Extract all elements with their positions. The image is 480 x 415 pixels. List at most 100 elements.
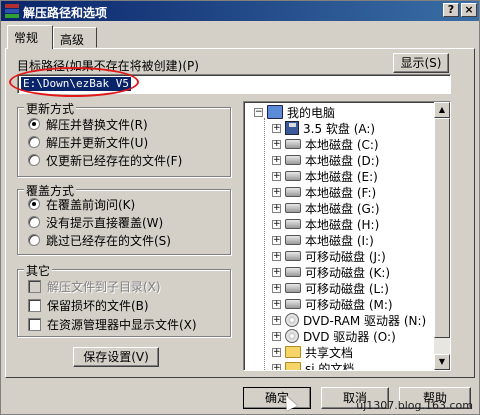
window-title: 解压路径和选项 [23, 6, 108, 20]
tree-item[interactable]: + sj 的文档 [272, 360, 354, 370]
radio-button[interactable] [28, 234, 40, 246]
collapse-icon[interactable]: − [254, 107, 263, 117]
expand-icon[interactable]: + [272, 363, 281, 370]
checkbox-subfolder[interactable]: 解压文件到子目录(X) [28, 278, 161, 294]
tree-item[interactable]: + 本地磁盘 (E:) [272, 168, 378, 184]
floppy-icon [285, 121, 299, 135]
cd-icon [285, 329, 299, 343]
radio-skip[interactable]: 跳过已经存在的文件(S) [28, 232, 171, 248]
tree-item[interactable]: +3.5 软盘 (A:) [272, 120, 375, 136]
expand-icon[interactable]: + [272, 155, 281, 165]
tree-item-label: DVD 驱动器 (O:) [303, 329, 396, 344]
tree-item-label: 本地磁盘 (H:) [305, 217, 380, 232]
tree-item[interactable]: + 可移动磁盘 (L:) [272, 280, 389, 296]
expand-icon[interactable]: + [272, 315, 281, 325]
winrar-app-icon [5, 4, 19, 18]
scroll-thumb[interactable] [434, 118, 450, 338]
tree-scrollbar[interactable]: ▲ ▼ [434, 102, 450, 370]
checkbox[interactable] [28, 298, 41, 312]
tree-item-label: 本地磁盘 (F:) [305, 185, 377, 200]
cd-icon [285, 313, 299, 327]
extract-dialog: 解压路径和选项 ? × 常规 高级 目标路径(如果不存在将被创建)(P) 显示(… [0, 0, 480, 415]
tree-item-label: DVD-RAM 驱动器 (N:) [303, 313, 427, 328]
checkbox-label: 保留损坏的文件(B) [47, 298, 149, 313]
expand-icon[interactable]: + [272, 235, 281, 245]
tree-item[interactable]: + DVD 驱动器 (O:) [272, 328, 396, 344]
expand-icon[interactable]: + [272, 283, 281, 293]
radio-label: 在覆盖前询问(K) [46, 197, 136, 212]
tab-general[interactable]: 常规 [7, 25, 53, 49]
tree-item-label: 本地磁盘 (D:) [305, 153, 380, 168]
tree-item[interactable]: + 可移动磁盘 (K:) [272, 264, 390, 280]
tree-item[interactable]: + 本地磁盘 (F:) [272, 184, 376, 200]
checkbox-label: 在资源管理器中显示文件(X) [47, 317, 197, 332]
drive-icon [285, 155, 301, 165]
tree-item[interactable]: + 本地磁盘 (G:) [272, 200, 380, 216]
expand-icon[interactable]: + [272, 187, 281, 197]
update-mode-group: 更新方式 解压并替换文件(R) 解压并更新文件(U) 仅更新已经存在的文件(F) [17, 100, 231, 177]
title-bar[interactable]: 解压路径和选项 ? × [1, 1, 479, 21]
radio-label: 解压并替换文件(R) [46, 117, 148, 132]
tree-item-label: 可移动磁盘 (M:) [305, 297, 393, 312]
checkbox-show-explorer[interactable]: 在资源管理器中显示文件(X) [28, 316, 197, 332]
expand-icon[interactable]: + [272, 299, 281, 309]
tree-item[interactable]: + DVD-RAM 驱动器 (N:) [272, 312, 426, 328]
radio-button[interactable] [28, 118, 40, 130]
expand-icon[interactable]: + [272, 203, 281, 213]
radio-button[interactable] [28, 216, 40, 228]
radio-label: 跳过已经存在的文件(S) [46, 233, 171, 248]
folder-icon [285, 346, 301, 358]
close-button[interactable]: × [461, 3, 477, 17]
checkbox[interactable] [28, 279, 41, 293]
checkbox-keep-broken[interactable]: 保留损坏的文件(B) [28, 297, 149, 313]
radio-label: 仅更新已经存在的文件(F) [46, 153, 183, 168]
expand-icon[interactable]: + [272, 331, 281, 341]
radio-button[interactable] [28, 136, 40, 148]
expand-icon[interactable]: + [272, 219, 281, 229]
save-settings-button[interactable]: 保存设置(V) [73, 347, 159, 367]
tree-item[interactable]: + 本地磁盘 (I:) [272, 232, 374, 248]
tree-item-label: 本地磁盘 (G:) [305, 201, 380, 216]
expand-icon[interactable]: + [272, 267, 281, 277]
tree-guide-line [264, 118, 265, 370]
expand-icon[interactable]: + [272, 251, 281, 261]
scroll-down-icon[interactable]: ▼ [434, 354, 450, 370]
radio-update[interactable]: 解压并更新文件(U) [28, 134, 148, 150]
show-button[interactable]: 显示(S) [393, 53, 449, 73]
tree-item[interactable]: + 共享文档 [272, 344, 353, 360]
tree-item[interactable]: + 本地磁盘 (D:) [272, 152, 379, 168]
scroll-up-icon[interactable]: ▲ [434, 102, 450, 118]
tree-item-label: 可移动磁盘 (J:) [305, 249, 386, 264]
radio-overwrite[interactable]: 没有提示直接覆盖(W) [28, 214, 163, 230]
radio-replace[interactable]: 解压并替换文件(R) [28, 116, 148, 132]
expand-icon[interactable]: + [272, 123, 281, 133]
tree-item[interactable]: + 可移动磁盘 (J:) [272, 248, 386, 264]
drive-icon [285, 171, 301, 181]
tab-advanced[interactable]: 高级 [53, 27, 97, 48]
checkbox[interactable] [28, 317, 41, 331]
tree-item[interactable]: + 可移动磁盘 (M:) [272, 296, 393, 312]
expand-icon[interactable]: + [272, 347, 281, 357]
tree-root-label: 我的电脑 [287, 105, 336, 120]
help-title-button[interactable]: ? [443, 3, 459, 17]
checkbox-label: 解压文件到子目录(X) [47, 279, 161, 294]
tree-item[interactable]: + 本地磁盘 (C:) [272, 136, 379, 152]
radio-button[interactable] [28, 154, 40, 166]
radio-only-existing[interactable]: 仅更新已经存在的文件(F) [28, 152, 182, 168]
tree-item[interactable]: + 本地磁盘 (H:) [272, 216, 379, 232]
drive-icon [285, 203, 301, 213]
expand-icon[interactable]: + [272, 171, 281, 181]
annotation-circle [9, 67, 139, 97]
radio-ask[interactable]: 在覆盖前询问(K) [28, 196, 135, 212]
tree-item-label: 本地磁盘 (E:) [305, 169, 378, 184]
drive-icon [285, 219, 301, 229]
expand-icon[interactable]: + [272, 139, 281, 149]
drive-icon [285, 283, 301, 293]
folder-tree[interactable]: − 我的电脑 +3.5 软盘 (A:) + 本地磁盘 (C:) + 本地磁盘 (D:) +… [243, 101, 451, 371]
ok-button[interactable]: 确定 [243, 387, 311, 409]
tree-root[interactable]: − 我的电脑 [254, 104, 335, 120]
radio-label: 没有提示直接覆盖(W) [46, 215, 164, 230]
radio-button[interactable] [28, 198, 40, 210]
overwrite-mode-group: 覆盖方式 在覆盖前询问(K) 没有提示直接覆盖(W) 跳过已经存在的文件(S) [17, 182, 231, 255]
misc-title: 其它 [24, 262, 53, 279]
